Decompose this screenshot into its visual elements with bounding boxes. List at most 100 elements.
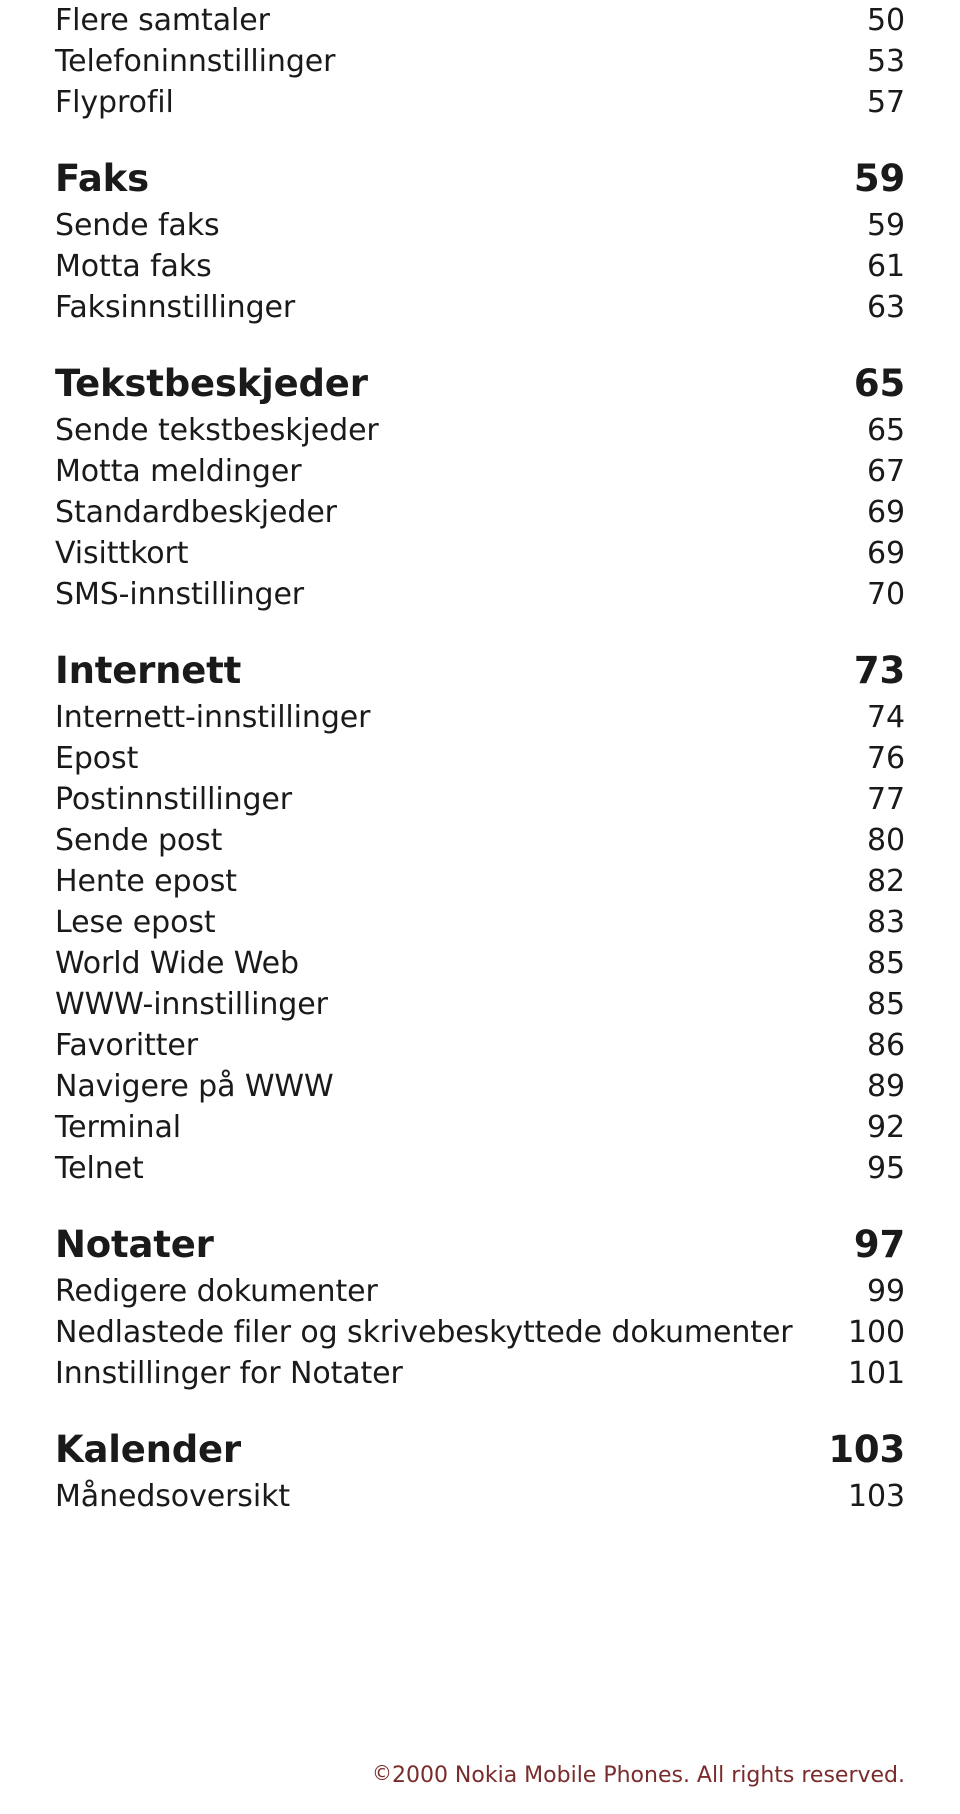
toc-entry-row[interactable]: Internett-innstillinger 74 xyxy=(55,697,905,738)
toc-entry-page-number: 50 xyxy=(867,3,905,38)
toc-entry-label: World Wide Web xyxy=(55,946,299,981)
toc-entry-label: Nedlastede filer og skrivebeskyttede dok… xyxy=(55,1315,793,1350)
toc-entry-page-number: 61 xyxy=(867,249,905,284)
toc-entry-page-number: 59 xyxy=(867,208,905,243)
toc-entry-label: Standardbeskjeder xyxy=(55,495,337,530)
toc-entry-label: Flere samtaler xyxy=(55,3,270,38)
toc-entry-label: Flyprofil xyxy=(55,85,174,120)
toc-entry-page-number: 76 xyxy=(867,741,905,776)
copyright-text: 2000 Nokia Mobile Phones. All rights res… xyxy=(391,1763,905,1788)
toc-entry-row[interactable]: Terminal 92 xyxy=(55,1107,905,1148)
toc-entry-label: Tekstbeskjeder xyxy=(55,362,368,405)
toc-entry-label: Internett xyxy=(55,649,242,692)
toc-entry-page-number: 69 xyxy=(867,495,905,530)
toc-entry-page-number: 65 xyxy=(867,413,905,448)
toc-entry-row[interactable]: Telnet 95 xyxy=(55,1148,905,1189)
toc-entry-page-number: 85 xyxy=(867,946,905,981)
toc-entry-page-number: 67 xyxy=(867,454,905,489)
toc-entry-page-number: 103 xyxy=(848,1479,905,1514)
toc-entry-row[interactable]: Lese epost 83 xyxy=(55,902,905,943)
toc-entry-row[interactable]: Sende tekstbeskjeder 65 xyxy=(55,410,905,451)
copyright-notice: ©2000 Nokia Mobile Phones. All rights re… xyxy=(372,1761,905,1788)
toc-entry-row[interactable]: Redigere dokumenter 99 xyxy=(55,1271,905,1312)
toc-entry-row[interactable]: Hente epost 82 xyxy=(55,861,905,902)
toc-entry-label: Månedsoversikt xyxy=(55,1479,291,1514)
toc-entry-label: Redigere dokumenter xyxy=(55,1274,378,1309)
toc-entry-page-number: 103 xyxy=(828,1428,905,1471)
toc-entry-row[interactable]: Nedlastede filer og skrivebeskyttede dok… xyxy=(55,1312,905,1353)
toc-entry-label: Terminal xyxy=(55,1110,181,1145)
toc-entry-page-number: 83 xyxy=(867,905,905,940)
toc-entry-row[interactable]: Flere samtaler 50 xyxy=(55,0,905,41)
toc-entry-page-number: 89 xyxy=(867,1069,905,1104)
toc-entry-page-number: 101 xyxy=(848,1356,905,1391)
toc-entry-label: Postinnstillinger xyxy=(55,782,293,817)
toc-entry-page-number: 69 xyxy=(867,536,905,571)
toc-entry-page-number: 74 xyxy=(867,700,905,735)
toc-entry-page-number: 99 xyxy=(867,1274,905,1309)
toc-entry-row[interactable]: Motta faks 61 xyxy=(55,246,905,287)
toc-entry-page-number: 80 xyxy=(867,823,905,858)
toc-entry-row[interactable]: WWW-innstillinger 85 xyxy=(55,984,905,1025)
toc-entry-label: Faks xyxy=(55,157,149,200)
toc-entry-row[interactable]: Visittkort 69 xyxy=(55,533,905,574)
toc-entry-label: Favoritter xyxy=(55,1028,198,1063)
toc-entry-row[interactable]: World Wide Web 85 xyxy=(55,943,905,984)
toc-entry-label: Motta faks xyxy=(55,249,212,284)
toc-entry-row[interactable]: Standardbeskjeder 69 xyxy=(55,492,905,533)
toc-entry-row[interactable]: Telefoninnstillinger 53 xyxy=(55,41,905,82)
toc-entry-page-number: 97 xyxy=(853,1223,905,1266)
copyright-symbol: © xyxy=(371,1761,392,1785)
toc-entry-row[interactable]: Motta meldinger 67 xyxy=(55,451,905,492)
toc-entry-label: Kalender xyxy=(55,1428,241,1471)
toc-entry-label: Motta meldinger xyxy=(55,454,302,489)
toc-entry-row[interactable]: Innstillinger for Notater 101 xyxy=(55,1353,905,1394)
toc-entry-page-number: 95 xyxy=(867,1151,905,1186)
toc-entry-page-number: 65 xyxy=(853,362,905,405)
toc-entry-label: Visittkort xyxy=(55,536,189,571)
toc-entry-row[interactable]: Månedsoversikt 103 xyxy=(55,1476,905,1517)
toc-entry-row[interactable]: Favoritter 86 xyxy=(55,1025,905,1066)
toc-entry-label: Faksinnstillinger xyxy=(55,290,296,325)
toc-entry-page-number: 85 xyxy=(867,987,905,1022)
toc-entry-label: Notater xyxy=(55,1223,214,1266)
toc-entry-label: Internett-innstillinger xyxy=(55,700,371,735)
toc-entry-page-number: 73 xyxy=(853,649,905,692)
toc-entry-row[interactable]: Postinnstillinger 77 xyxy=(55,779,905,820)
toc-entry-label: Hente epost xyxy=(55,864,237,899)
toc-entry-page-number: 92 xyxy=(867,1110,905,1145)
toc-page: Flere samtaler 50 Telefoninnstillinger 53 Fl… xyxy=(0,0,960,1814)
toc-section-row[interactable]: Notater 97 xyxy=(55,1189,905,1271)
toc-entry-label: Lese epost xyxy=(55,905,216,940)
toc-entry-page-number: 77 xyxy=(867,782,905,817)
toc-section-row[interactable]: Kalender 103 xyxy=(55,1394,905,1476)
toc-entry-page-number: 86 xyxy=(867,1028,905,1063)
table-of-contents: Flere samtaler 50 Telefoninnstillinger 53 Fl… xyxy=(55,0,905,1517)
toc-entry-label: Sende post xyxy=(55,823,223,858)
toc-entry-row[interactable]: Navigere på WWW 89 xyxy=(55,1066,905,1107)
toc-entry-label: SMS-innstillinger xyxy=(55,577,305,612)
toc-entry-label: Epost xyxy=(55,741,139,776)
toc-entry-row[interactable]: SMS-innstillinger 70 xyxy=(55,574,905,615)
toc-entry-page-number: 82 xyxy=(867,864,905,899)
toc-entry-page-number: 59 xyxy=(853,157,905,200)
toc-entry-label: WWW-innstillinger xyxy=(55,987,328,1022)
toc-entry-page-number: 63 xyxy=(867,290,905,325)
toc-entry-label: Telefoninnstillinger xyxy=(55,44,336,79)
toc-entry-row[interactable]: Sende post 80 xyxy=(55,820,905,861)
toc-entry-page-number: 57 xyxy=(867,85,905,120)
toc-section-row[interactable]: Faks 59 xyxy=(55,123,905,205)
toc-entry-label: Navigere på WWW xyxy=(55,1069,334,1104)
toc-entry-label: Sende faks xyxy=(55,208,220,243)
toc-section-row[interactable]: Internett 73 xyxy=(55,615,905,697)
toc-entry-row[interactable]: Sende faks 59 xyxy=(55,205,905,246)
toc-entry-label: Sende tekstbeskjeder xyxy=(55,413,379,448)
toc-section-row[interactable]: Tekstbeskjeder 65 xyxy=(55,328,905,410)
toc-entry-row[interactable]: Faksinnstillinger 63 xyxy=(55,287,905,328)
toc-entry-label: Telnet xyxy=(55,1151,144,1186)
toc-entry-page-number: 53 xyxy=(867,44,905,79)
toc-entry-row[interactable]: Epost 76 xyxy=(55,738,905,779)
toc-entry-page-number: 70 xyxy=(867,577,905,612)
toc-entry-row[interactable]: Flyprofil 57 xyxy=(55,82,905,123)
toc-entry-page-number: 100 xyxy=(848,1315,905,1350)
